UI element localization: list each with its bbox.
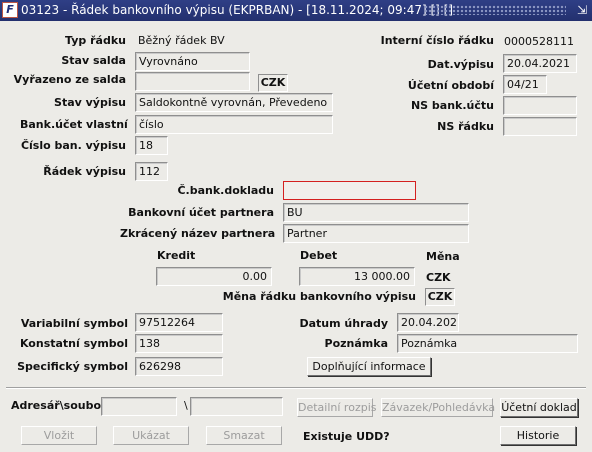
radek-vypisu-label: Řádek výpisu (43, 165, 126, 178)
stav-vypisu-field[interactable]: Saldokontně vyrovnán, Převedeno (135, 93, 333, 112)
title-bar: F 03123 - Řádek bankovního výpisu (EKPRB… (0, 0, 592, 21)
vyrazeno-ze-salda-label: Vyřazeno ze salda (13, 73, 126, 86)
app-icon[interactable]: F (2, 2, 18, 18)
ns-radku-label: NS řádku (437, 120, 494, 133)
vlozit-button[interactable]: Vložit (21, 426, 97, 445)
stav-salda-label: Stav salda (61, 54, 126, 67)
vyrazeno-currency-tag: CZK (258, 74, 288, 92)
titlebar-pattern (424, 5, 566, 15)
kredit-label: Kredit (157, 249, 196, 262)
adresar-field[interactable] (101, 397, 177, 416)
zavazek-pohledavka-button[interactable]: Závazek/Pohledávka (381, 398, 495, 417)
doplnujici-informace-button[interactable]: Doplňující informace (307, 357, 431, 376)
zkraceny-nazev-partnera-field[interactable]: Partner (283, 224, 469, 243)
adresar-soubor-label: Adresář\soubor (11, 399, 107, 412)
ukazat-button[interactable]: Ukázat (113, 426, 189, 445)
konstantni-symbol-field[interactable]: 138 (135, 334, 223, 353)
dat-vypisu-label: Dat.výpisu (427, 58, 494, 71)
minimize-icon[interactable]: ⇲ (575, 3, 589, 17)
existuje-udd-label: Existuje UDD? (303, 430, 390, 443)
c-bank-dokladu-field[interactable] (283, 181, 416, 200)
specificky-symbol-field[interactable]: 626298 (135, 357, 223, 376)
historie-button[interactable]: Historie (500, 426, 576, 445)
bankovni-ucet-partnera-label: Bankovní účet partnera (128, 206, 274, 219)
separator (6, 387, 586, 389)
poznamka-label: Poznámka (324, 337, 388, 350)
ucetni-doklad-button[interactable]: Účetní doklad (500, 398, 578, 417)
mena-label: Měna (426, 250, 460, 263)
interni-cislo-radku-label: Interní číslo řádku (380, 34, 494, 47)
poznamka-field[interactable]: Poznámka (397, 334, 578, 353)
datum-uhrady-label: Datum úhrady (299, 317, 389, 330)
ucetni-obdobi-field[interactable]: 04/21 (503, 75, 547, 94)
datum-uhrady-field[interactable]: 20.04.2021 (397, 313, 459, 332)
cislo-ban-vypisu-field[interactable]: 18 (135, 136, 168, 155)
konstantni-symbol-label: Konstatní symbol (19, 337, 128, 350)
ns-bank-uctu-field[interactable] (503, 96, 577, 115)
mena-radku-value: CZK (425, 288, 455, 306)
c-bank-dokladu-label: Č.bank.dokladu (177, 184, 274, 197)
bankovni-ucet-partnera-field[interactable]: BU (283, 203, 469, 222)
variabilni-symbol-label: Variabilní symbol (20, 317, 128, 330)
debet-field[interactable]: 13 000.00 (299, 267, 415, 286)
stav-vypisu-label: Stav výpisu (54, 96, 126, 109)
typ-radku-label: Typ řádku (65, 34, 126, 47)
specificky-symbol-label: Specifický symbol (17, 360, 128, 373)
bank-ucet-vlastni-field[interactable]: číslo (135, 115, 333, 134)
ns-radku-field[interactable] (503, 117, 577, 136)
window-title: 03123 - Řádek bankovního výpisu (EKPRBAN… (21, 3, 454, 17)
ucetni-obdobi-label: Účetní období (407, 79, 494, 92)
variabilni-symbol-field[interactable]: 97512264 (135, 313, 223, 332)
mena-value: CZK (426, 271, 451, 284)
path-separator: \ (184, 399, 188, 412)
zkraceny-nazev-partnera-label: Zkrácený název partnera (120, 227, 276, 240)
stav-salda-field[interactable]: Vyrovnáno (135, 52, 250, 71)
soubor-field[interactable] (190, 397, 283, 416)
vyrazeno-ze-salda-field[interactable] (135, 72, 250, 91)
debet-label: Debet (300, 249, 338, 262)
detailni-rozpis-button[interactable]: Detailní rozpis (297, 398, 376, 417)
bank-ucet-vlastni-label: Bank.účet vlastní (20, 118, 128, 131)
typ-radku-value: Běžný řádek BV (138, 34, 225, 47)
ns-bank-uctu-label: NS bank.účtu (410, 99, 494, 112)
mena-radku-label: Měna řádku bankovního výpisu (222, 290, 416, 303)
interni-cislo-radku-value: 0000528111 (504, 35, 574, 48)
cislo-ban-vypisu-label: Číslo ban. výpisu (20, 139, 126, 152)
dat-vypisu-field[interactable]: 20.04.2021 (503, 54, 577, 73)
radek-vypisu-field[interactable]: 112 (135, 162, 168, 181)
kredit-field[interactable]: 0.00 (156, 267, 272, 286)
smazat-button[interactable]: Smazat (206, 426, 282, 445)
